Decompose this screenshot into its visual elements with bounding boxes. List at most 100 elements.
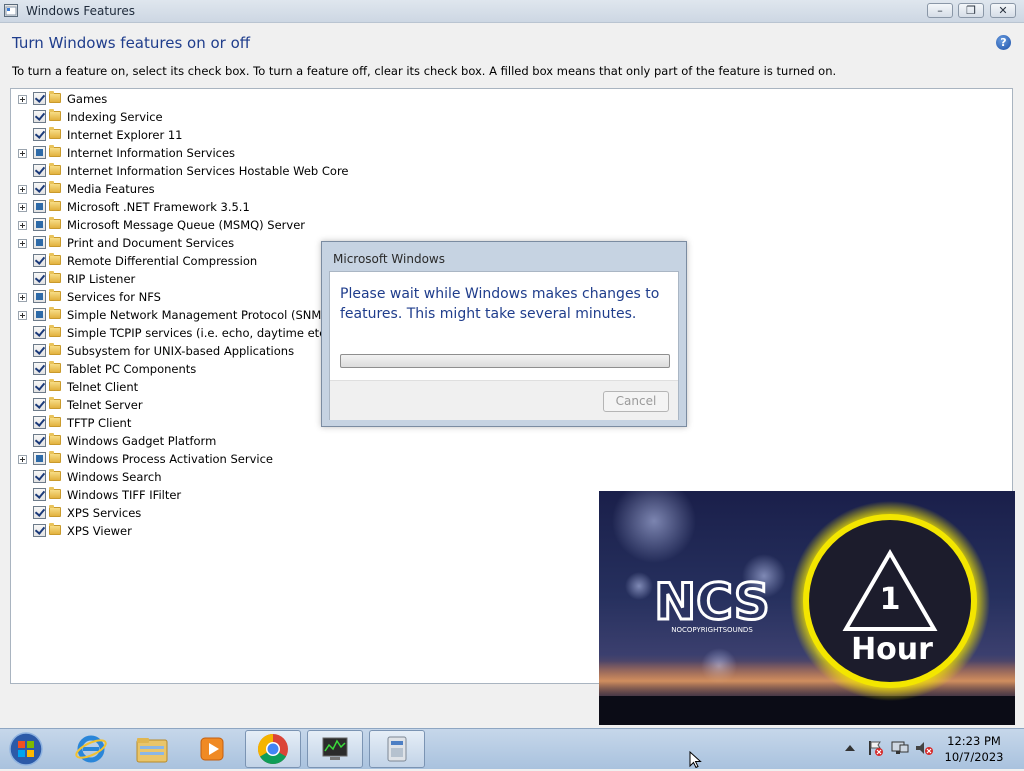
feature-row[interactable]: Windows TIFF IFilter — [11, 486, 611, 504]
internet-explorer-icon — [75, 735, 107, 763]
taskbar-control-panel[interactable] — [369, 730, 425, 768]
close-button[interactable]: ✕ — [990, 3, 1016, 18]
feature-label: Windows Process Activation Service — [67, 452, 274, 466]
checkbox[interactable] — [33, 434, 46, 447]
folder-icon — [49, 451, 61, 463]
partial-checkbox[interactable] — [33, 200, 46, 213]
feature-row[interactable]: Microsoft Message Queue (MSMQ) Server — [11, 216, 611, 234]
network-icon[interactable] — [890, 739, 910, 757]
feature-row[interactable]: Windows Gadget Platform — [11, 432, 611, 450]
cancel-button[interactable]: Cancel — [603, 391, 669, 412]
feature-label: Microsoft .NET Framework 3.5.1 — [67, 200, 250, 214]
windows-start-orb-icon[interactable] — [6, 731, 46, 767]
partial-checkbox[interactable] — [33, 218, 46, 231]
partial-checkbox[interactable] — [33, 452, 46, 465]
feature-label: Windows Gadget Platform — [67, 434, 217, 448]
taskbar-media-player[interactable] — [184, 730, 240, 768]
feature-label: XPS Services — [67, 506, 142, 520]
feature-label: Media Features — [67, 182, 155, 196]
checkbox[interactable] — [33, 362, 46, 375]
taskbar-chrome[interactable] — [245, 730, 301, 768]
chrome-icon — [257, 734, 288, 765]
folder-icon — [49, 361, 61, 373]
taskbar-file-explorer[interactable] — [124, 730, 180, 768]
feature-label: Indexing Service — [67, 110, 163, 124]
checkbox[interactable] — [33, 398, 46, 411]
checkbox[interactable] — [33, 506, 46, 519]
feature-row[interactable]: Internet Information Services — [11, 144, 611, 162]
progress-dialog: Microsoft Windows Please wait while Wind… — [321, 241, 687, 427]
feature-row[interactable]: Games — [11, 90, 611, 108]
checkbox[interactable] — [33, 128, 46, 141]
partial-checkbox[interactable] — [33, 146, 46, 159]
feature-label: Remote Differential Compression — [67, 254, 258, 268]
folder-icon — [49, 307, 61, 319]
feature-label: Services for NFS — [67, 290, 161, 304]
checkbox[interactable] — [33, 344, 46, 357]
taskbar-internet-explorer[interactable] — [63, 730, 119, 768]
folder-icon — [49, 343, 61, 355]
checkbox[interactable] — [33, 488, 46, 501]
expand-icon[interactable] — [18, 239, 27, 248]
maximize-button[interactable]: ❐ — [958, 3, 984, 18]
folder-icon — [49, 289, 61, 301]
checkbox[interactable] — [33, 182, 46, 195]
action-center-flag-icon[interactable] — [866, 739, 884, 757]
feature-row[interactable]: Microsoft .NET Framework 3.5.1 — [11, 198, 611, 216]
folder-icon — [49, 199, 61, 211]
checkbox[interactable] — [33, 92, 46, 105]
feature-row[interactable]: Internet Information Services Hostable W… — [11, 162, 611, 180]
feature-row[interactable]: Internet Explorer 11 — [11, 126, 611, 144]
title-bar[interactable]: Windows Features – ❐ ✕ — [0, 0, 1024, 23]
minimize-button[interactable]: – — [927, 3, 953, 18]
partial-checkbox[interactable] — [33, 290, 46, 303]
feature-row[interactable]: Windows Search — [11, 468, 611, 486]
expand-icon[interactable] — [18, 185, 27, 194]
progress-bar — [340, 354, 670, 368]
checkbox[interactable] — [33, 110, 46, 123]
file-explorer-icon — [136, 738, 168, 763]
show-hidden-icons-icon[interactable] — [844, 743, 856, 753]
feature-row[interactable]: Indexing Service — [11, 108, 611, 126]
checkbox[interactable] — [33, 254, 46, 267]
expand-icon[interactable] — [18, 203, 27, 212]
expand-icon[interactable] — [18, 311, 27, 320]
expand-icon[interactable] — [18, 95, 27, 104]
folder-icon — [49, 253, 61, 265]
taskbar-task-manager[interactable] — [307, 730, 363, 768]
video-overlay[interactable]: 1 Hour NCS NOCOPYRIGHTSOUNDS — [599, 491, 1015, 725]
folder-icon — [49, 109, 61, 121]
checkbox[interactable] — [33, 524, 46, 537]
folder-icon — [49, 181, 61, 193]
volume-muted-icon[interactable] — [914, 739, 934, 757]
folder-icon — [49, 433, 61, 445]
feature-row[interactable]: XPS Viewer — [11, 522, 611, 540]
checkbox[interactable] — [33, 380, 46, 393]
folder-icon — [49, 127, 61, 139]
feature-label: Tablet PC Components — [67, 362, 197, 376]
feature-row[interactable]: Windows Process Activation Service — [11, 450, 611, 468]
checkbox[interactable] — [33, 470, 46, 483]
folder-icon — [49, 379, 61, 391]
help-icon[interactable]: ? — [996, 35, 1011, 50]
expand-icon[interactable] — [18, 149, 27, 158]
folder-icon — [49, 91, 61, 103]
expand-icon[interactable] — [18, 455, 27, 464]
feature-label: Print and Document Services — [67, 236, 235, 250]
folder-icon — [49, 163, 61, 175]
feature-label: Telnet Client — [67, 380, 139, 394]
feature-row[interactable]: XPS Services — [11, 504, 611, 522]
checkbox[interactable] — [33, 164, 46, 177]
partial-checkbox[interactable] — [33, 236, 46, 249]
checkbox[interactable] — [33, 326, 46, 339]
feature-row[interactable]: Media Features — [11, 180, 611, 198]
tray-date[interactable]: 10/7/2023 — [935, 750, 1013, 764]
checkbox[interactable] — [33, 416, 46, 429]
checkbox[interactable] — [33, 272, 46, 285]
city-lights — [599, 696, 1015, 725]
partial-checkbox[interactable] — [33, 308, 46, 321]
tray-time[interactable]: 12:23 PM — [935, 734, 1013, 748]
bokeh-light — [612, 491, 696, 563]
expand-icon[interactable] — [18, 221, 27, 230]
expand-icon[interactable] — [18, 293, 27, 302]
